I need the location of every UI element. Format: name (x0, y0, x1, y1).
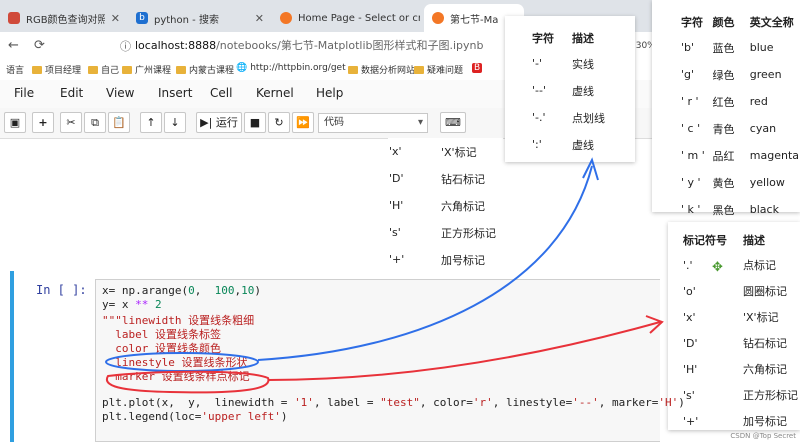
blue-arrow-line (257, 165, 593, 361)
watermark: CSDN @Top Secret (730, 432, 796, 440)
red-highlight-loop (105, 370, 270, 394)
annotation-overlay (105, 157, 664, 394)
red-arrow-line (267, 321, 661, 381)
blue-highlight-ellipse (105, 352, 259, 372)
